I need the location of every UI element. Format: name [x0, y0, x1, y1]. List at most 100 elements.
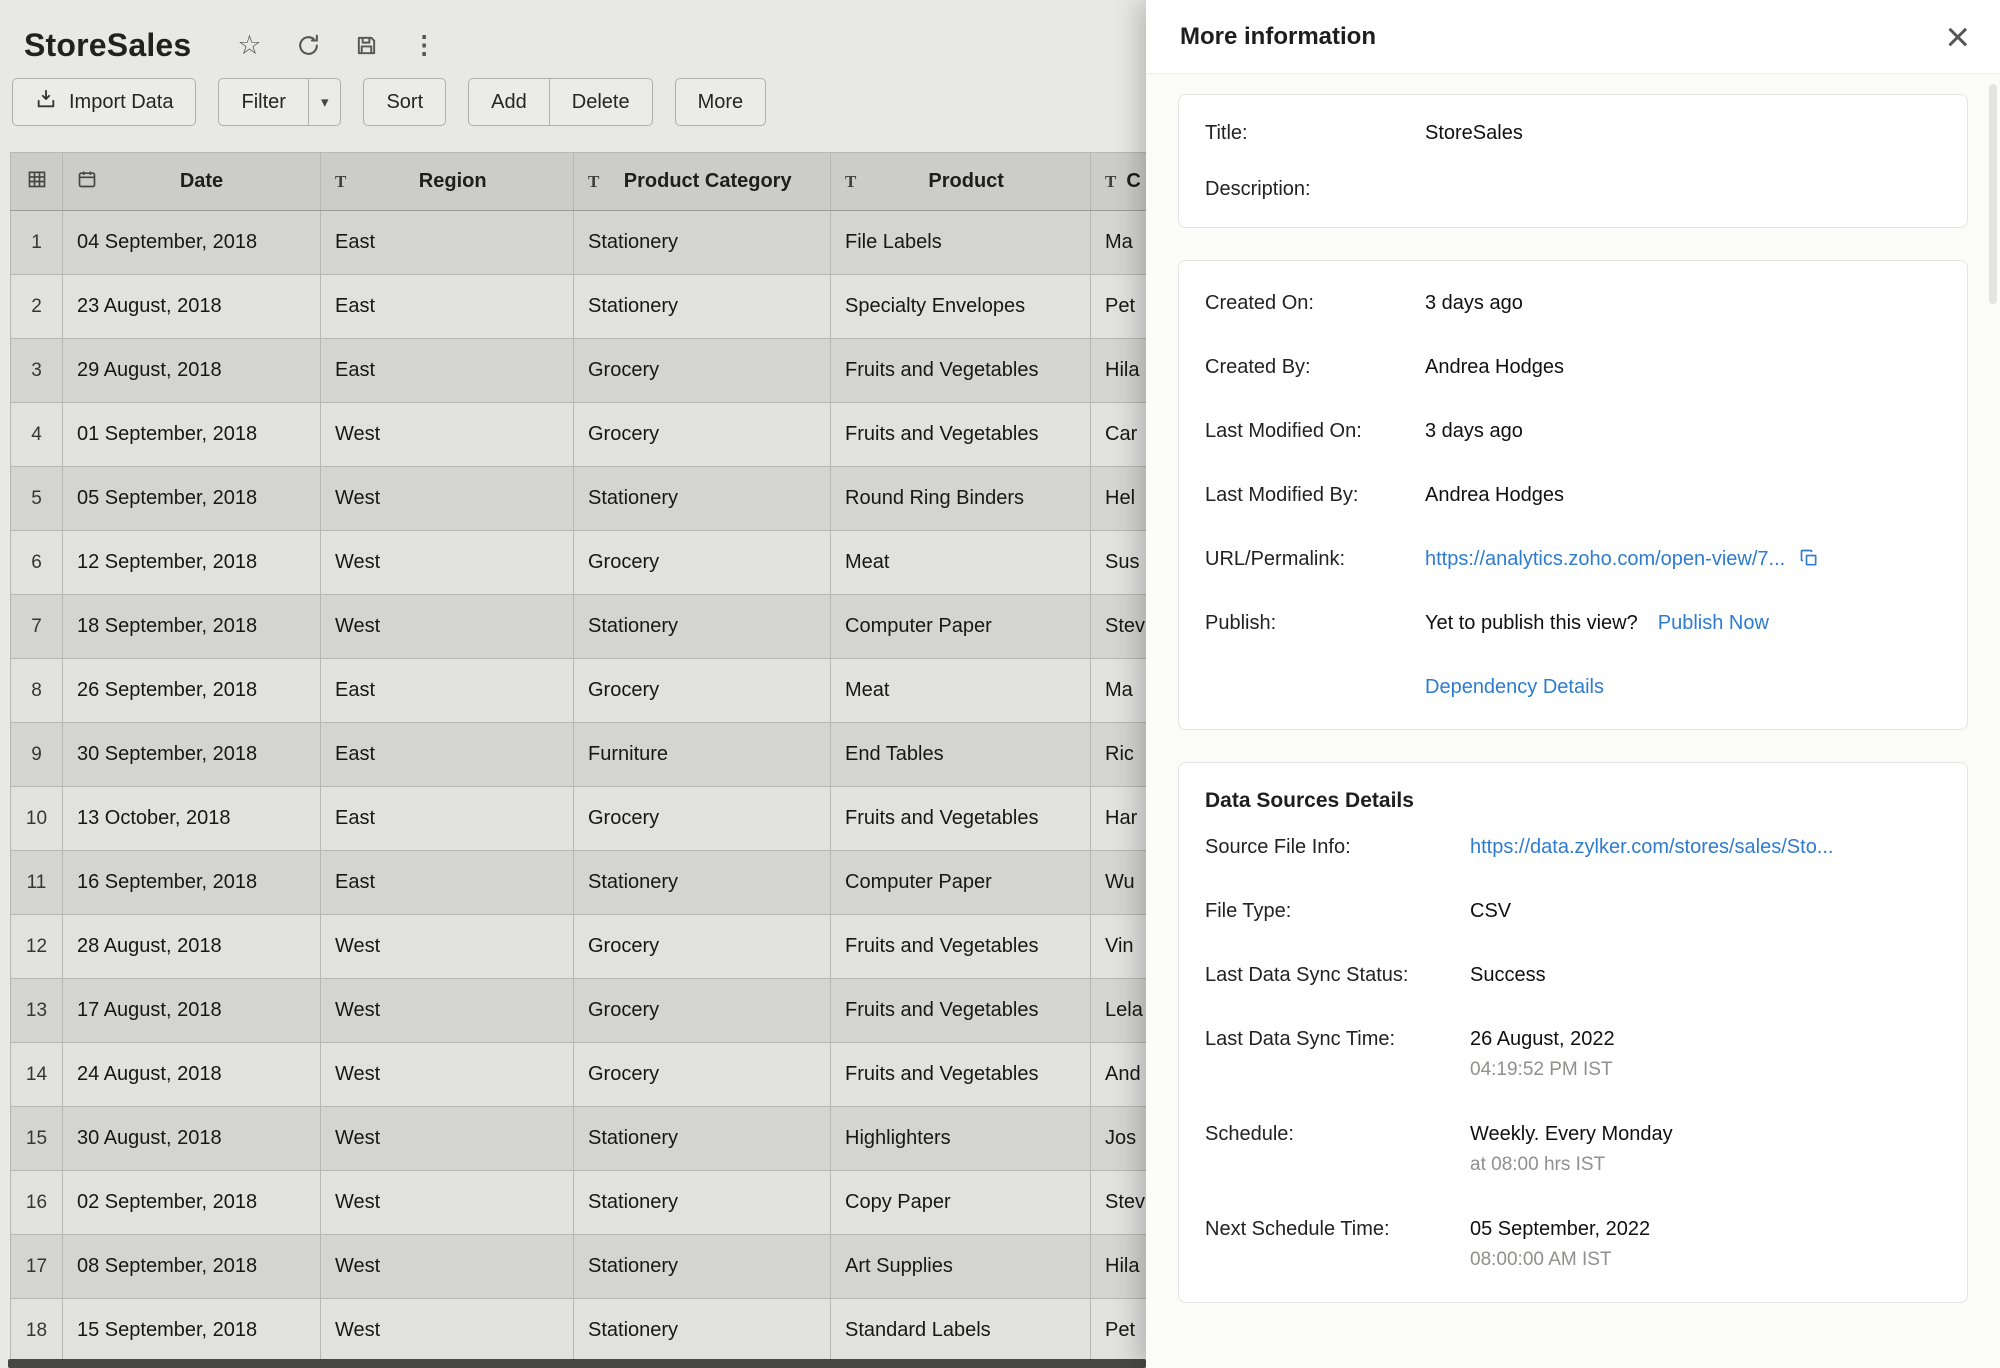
date-cell[interactable]: 17 August, 2018 — [63, 979, 321, 1043]
date-cell[interactable]: 05 September, 2018 — [63, 467, 321, 531]
filter-button[interactable]: Filter — [218, 78, 308, 126]
date-cell[interactable]: 30 September, 2018 — [63, 723, 321, 787]
date-cell[interactable]: 02 September, 2018 — [63, 1171, 321, 1235]
row-number-cell[interactable]: 4 — [11, 403, 63, 467]
save-icon[interactable] — [355, 34, 378, 57]
row-number-cell[interactable]: 11 — [11, 851, 63, 915]
product-cell[interactable]: Specialty Envelopes — [831, 275, 1091, 339]
column-header-region[interactable]: T Region — [321, 153, 574, 211]
product-cell[interactable]: Fruits and Vegetables — [831, 915, 1091, 979]
product-category-cell[interactable]: Grocery — [574, 979, 831, 1043]
date-cell[interactable]: 28 August, 2018 — [63, 915, 321, 979]
date-cell[interactable]: 26 September, 2018 — [63, 659, 321, 723]
row-number-cell[interactable]: 18 — [11, 1299, 63, 1363]
date-cell[interactable]: 23 August, 2018 — [63, 275, 321, 339]
date-cell[interactable]: 30 August, 2018 — [63, 1107, 321, 1171]
dependency-details-link[interactable]: Dependency Details — [1425, 676, 1604, 698]
product-category-cell[interactable]: Grocery — [574, 787, 831, 851]
horizontal-scrollbar[interactable] — [8, 1359, 1146, 1368]
region-cell[interactable]: East — [321, 659, 574, 723]
row-number-cell[interactable]: 10 — [11, 787, 63, 851]
product-cell[interactable]: Fruits and Vegetables — [831, 339, 1091, 403]
product-cell[interactable]: Fruits and Vegetables — [831, 787, 1091, 851]
date-cell[interactable]: 08 September, 2018 — [63, 1235, 321, 1299]
product-category-cell[interactable]: Stationery — [574, 1171, 831, 1235]
product-cell[interactable]: End Tables — [831, 723, 1091, 787]
row-number-cell[interactable]: 13 — [11, 979, 63, 1043]
region-cell[interactable]: West — [321, 1043, 574, 1107]
row-number-cell[interactable]: 16 — [11, 1171, 63, 1235]
region-cell[interactable]: West — [321, 1299, 574, 1363]
row-number-cell[interactable]: 17 — [11, 1235, 63, 1299]
date-cell[interactable]: 18 September, 2018 — [63, 595, 321, 659]
region-cell[interactable]: East — [321, 339, 574, 403]
product-category-cell[interactable]: Stationery — [574, 851, 831, 915]
region-cell[interactable]: West — [321, 1235, 574, 1299]
panel-scrollbar[interactable] — [1989, 84, 1997, 304]
product-category-cell[interactable]: Grocery — [574, 659, 831, 723]
product-category-cell[interactable]: Stationery — [574, 1107, 831, 1171]
region-cell[interactable]: East — [321, 787, 574, 851]
region-cell[interactable]: East — [321, 211, 574, 275]
product-cell[interactable]: File Labels — [831, 211, 1091, 275]
region-cell[interactable]: East — [321, 851, 574, 915]
refresh-icon[interactable] — [296, 33, 321, 58]
date-cell[interactable]: 01 September, 2018 — [63, 403, 321, 467]
row-number-cell[interactable]: 6 — [11, 531, 63, 595]
row-number-cell[interactable]: 14 — [11, 1043, 63, 1107]
region-cell[interactable]: West — [321, 1107, 574, 1171]
product-category-cell[interactable]: Furniture — [574, 723, 831, 787]
date-cell[interactable]: 15 September, 2018 — [63, 1299, 321, 1363]
product-cell[interactable]: Fruits and Vegetables — [831, 979, 1091, 1043]
kebab-menu-icon[interactable]: ⋮ — [412, 33, 437, 58]
region-cell[interactable]: East — [321, 723, 574, 787]
sort-button[interactable]: Sort — [363, 78, 446, 126]
product-cell[interactable]: Meat — [831, 659, 1091, 723]
product-cell[interactable]: Meat — [831, 531, 1091, 595]
product-category-cell[interactable]: Stationery — [574, 1235, 831, 1299]
favorite-star-icon[interactable]: ☆ — [237, 32, 261, 59]
region-cell[interactable]: West — [321, 979, 574, 1043]
region-cell[interactable]: East — [321, 275, 574, 339]
product-cell[interactable]: Fruits and Vegetables — [831, 1043, 1091, 1107]
more-button[interactable]: More — [675, 78, 767, 126]
row-number-cell[interactable]: 2 — [11, 275, 63, 339]
row-number-cell[interactable]: 12 — [11, 915, 63, 979]
add-button[interactable]: Add — [468, 78, 550, 126]
column-header-product-category[interactable]: T Product Category — [574, 153, 831, 211]
product-cell[interactable]: Fruits and Vegetables — [831, 403, 1091, 467]
product-category-cell[interactable]: Grocery — [574, 339, 831, 403]
date-cell[interactable]: 12 September, 2018 — [63, 531, 321, 595]
url-link[interactable]: https://analytics.zoho.com/open-view/7..… — [1425, 548, 1785, 570]
delete-button[interactable]: Delete — [550, 78, 653, 126]
region-cell[interactable]: West — [321, 595, 574, 659]
product-category-cell[interactable]: Stationery — [574, 595, 831, 659]
product-category-cell[interactable]: Grocery — [574, 915, 831, 979]
product-category-cell[interactable]: Stationery — [574, 211, 831, 275]
region-cell[interactable]: West — [321, 403, 574, 467]
date-cell[interactable]: 24 August, 2018 — [63, 1043, 321, 1107]
product-cell[interactable]: Computer Paper — [831, 595, 1091, 659]
region-cell[interactable]: West — [321, 467, 574, 531]
product-category-cell[interactable]: Stationery — [574, 275, 831, 339]
column-header-product[interactable]: T Product — [831, 153, 1091, 211]
product-category-cell[interactable]: Stationery — [574, 467, 831, 531]
product-cell[interactable]: Art Supplies — [831, 1235, 1091, 1299]
product-category-cell[interactable]: Stationery — [574, 1299, 831, 1363]
date-cell[interactable]: 04 September, 2018 — [63, 211, 321, 275]
close-icon[interactable]: × — [1945, 20, 1970, 54]
row-number-cell[interactable]: 1 — [11, 211, 63, 275]
row-number-cell[interactable]: 7 — [11, 595, 63, 659]
product-category-cell[interactable]: Grocery — [574, 403, 831, 467]
region-cell[interactable]: West — [321, 531, 574, 595]
import-data-button[interactable]: Import Data — [12, 78, 196, 126]
product-cell[interactable]: Computer Paper — [831, 851, 1091, 915]
product-cell[interactable]: Copy Paper — [831, 1171, 1091, 1235]
row-number-cell[interactable]: 8 — [11, 659, 63, 723]
date-cell[interactable]: 13 October, 2018 — [63, 787, 321, 851]
row-number-cell[interactable]: 5 — [11, 467, 63, 531]
product-cell[interactable]: Highlighters — [831, 1107, 1091, 1171]
select-all-header[interactable] — [11, 153, 63, 211]
column-header-date[interactable]: Date — [63, 153, 321, 211]
date-cell[interactable]: 29 August, 2018 — [63, 339, 321, 403]
